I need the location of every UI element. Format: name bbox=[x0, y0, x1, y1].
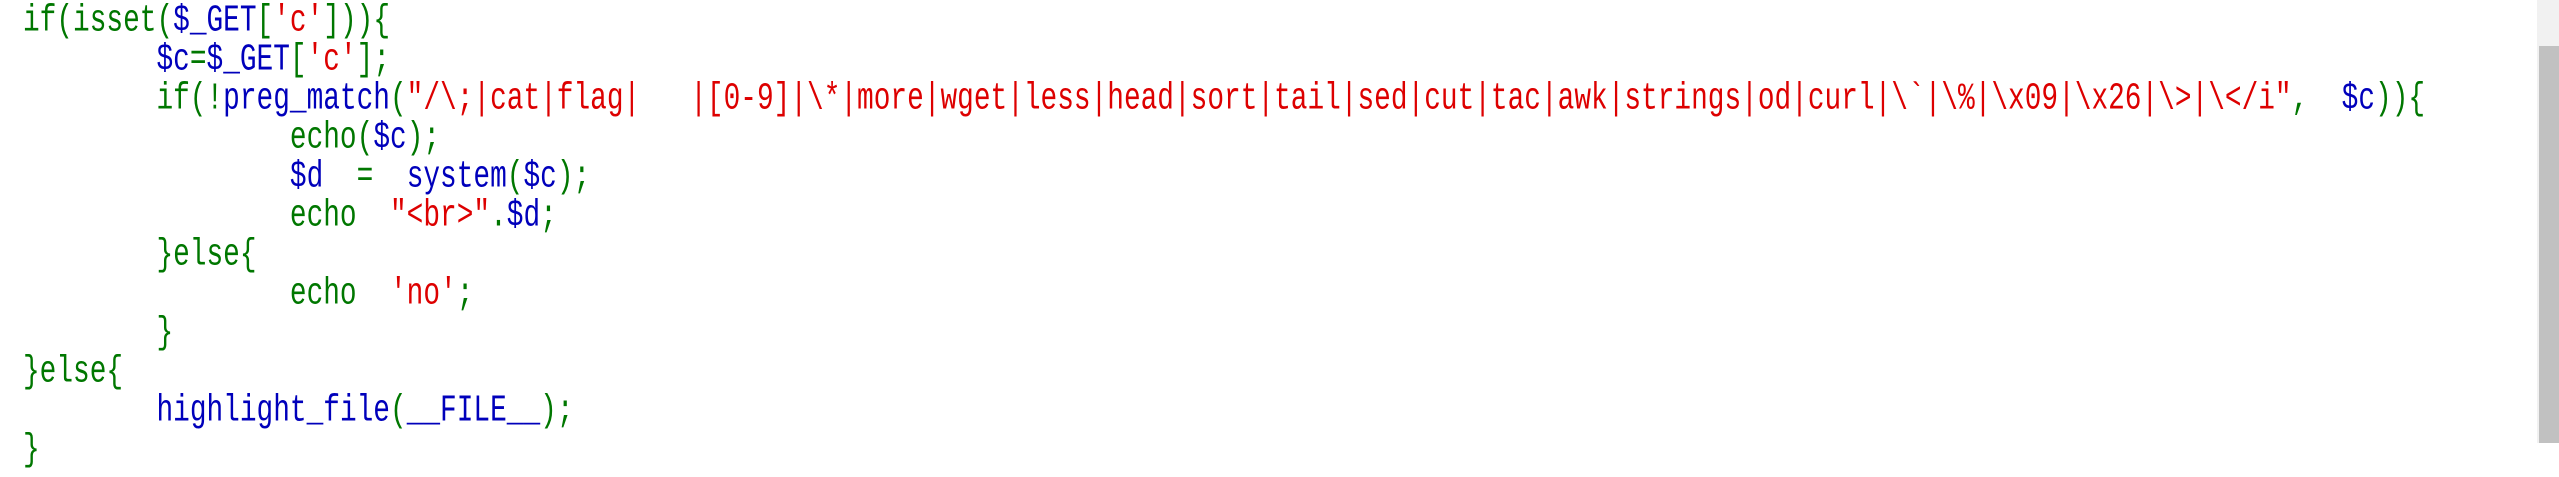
php-source-code: if(isset($_GET['c'])){ $c=$_GET['c']; if… bbox=[23, 1, 2425, 472]
scrollbar-thumb[interactable] bbox=[2539, 46, 2559, 443]
vertical-scrollbar[interactable] bbox=[2537, 0, 2559, 443]
code-line: } bbox=[23, 424, 2425, 477]
code-token: } bbox=[23, 429, 40, 472]
